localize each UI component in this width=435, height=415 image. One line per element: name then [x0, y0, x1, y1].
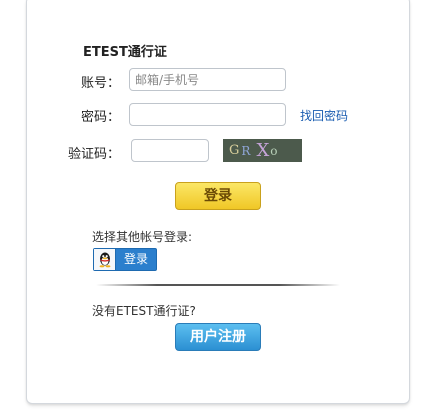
- captcha-input[interactable]: [131, 139, 209, 162]
- qq-login-button[interactable]: 登录: [93, 248, 157, 271]
- password-label: 密码：: [80, 110, 120, 125]
- password-input[interactable]: [129, 103, 286, 126]
- captcha-char: R: [241, 143, 251, 158]
- captcha-char: G: [229, 143, 240, 158]
- account-input[interactable]: [129, 68, 286, 91]
- forgot-password-link[interactable]: 找回密码: [300, 107, 348, 124]
- captcha-image[interactable]: G R X o: [223, 139, 302, 162]
- other-login-label: 选择其他帐号登录:: [92, 230, 193, 244]
- no-account-text: 没有ETEST通行证?: [92, 304, 196, 318]
- qq-login-label: 登录: [123, 252, 148, 266]
- form-title: ETEST通行证: [83, 45, 167, 60]
- captcha-char: o: [270, 143, 278, 158]
- captcha-label: 验证码：: [67, 147, 120, 162]
- account-label: 账号：: [80, 76, 120, 91]
- login-button[interactable]: 登录: [175, 182, 261, 210]
- register-button[interactable]: 用户注册: [175, 323, 261, 351]
- qq-penguin-icon: [94, 249, 116, 270]
- divider: [96, 284, 340, 286]
- captcha-char: X: [256, 140, 270, 161]
